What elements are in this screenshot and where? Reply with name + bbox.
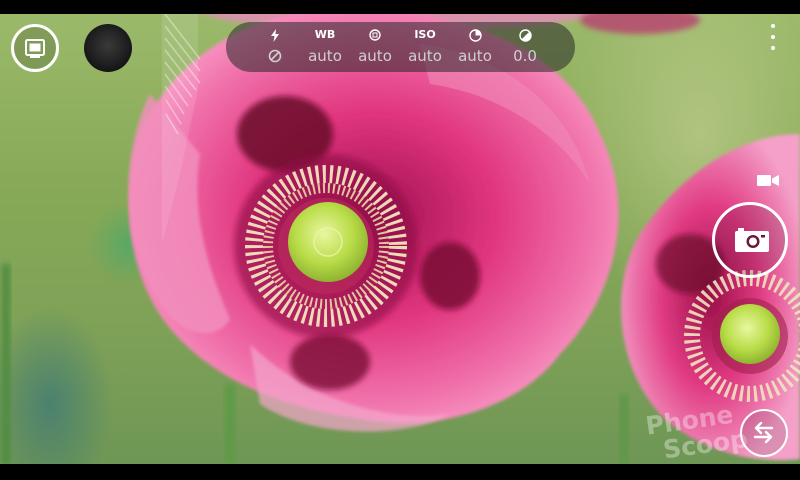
more-options-icon — [771, 24, 775, 28]
main-poppy-flower — [128, 14, 619, 432]
lenses-button[interactable] — [11, 24, 59, 72]
video-mode-icon — [757, 175, 779, 186]
lenses-icon — [25, 39, 45, 58]
viewfinder-scene — [2, 14, 800, 464]
switch-arrows-icon — [753, 421, 774, 444]
pro-settings-bar: WB auto auto ISO auto auto 0.0 — [226, 22, 575, 72]
stem — [620, 394, 628, 464]
exposure-value: 0.0 — [513, 47, 537, 65]
exposure-setting[interactable]: 0.0 — [500, 22, 550, 72]
switch-button[interactable] — [740, 409, 788, 457]
more-options-button[interactable] — [764, 22, 782, 52]
iso-label: ISO — [414, 28, 436, 41]
shutter-speed-icon — [450, 27, 500, 43]
bottom-black-bar — [0, 464, 800, 480]
camera-viewfinder[interactable]: Phone Scoop — [0, 14, 800, 464]
camera-roll-thumbnail[interactable] — [84, 24, 132, 72]
stem — [2, 264, 10, 464]
video-mode-button[interactable] — [754, 170, 782, 190]
top-black-bar — [0, 0, 800, 14]
wb-label: WB — [314, 28, 336, 41]
shutter-button[interactable] — [712, 202, 788, 278]
exposure-icon — [500, 27, 550, 43]
camera-shutter-icon — [735, 228, 769, 252]
flash-off-icon — [268, 49, 282, 63]
blurred-petal — [580, 14, 700, 34]
focus-icon — [350, 27, 400, 43]
flash-icon — [250, 27, 300, 43]
stem — [225, 384, 235, 464]
